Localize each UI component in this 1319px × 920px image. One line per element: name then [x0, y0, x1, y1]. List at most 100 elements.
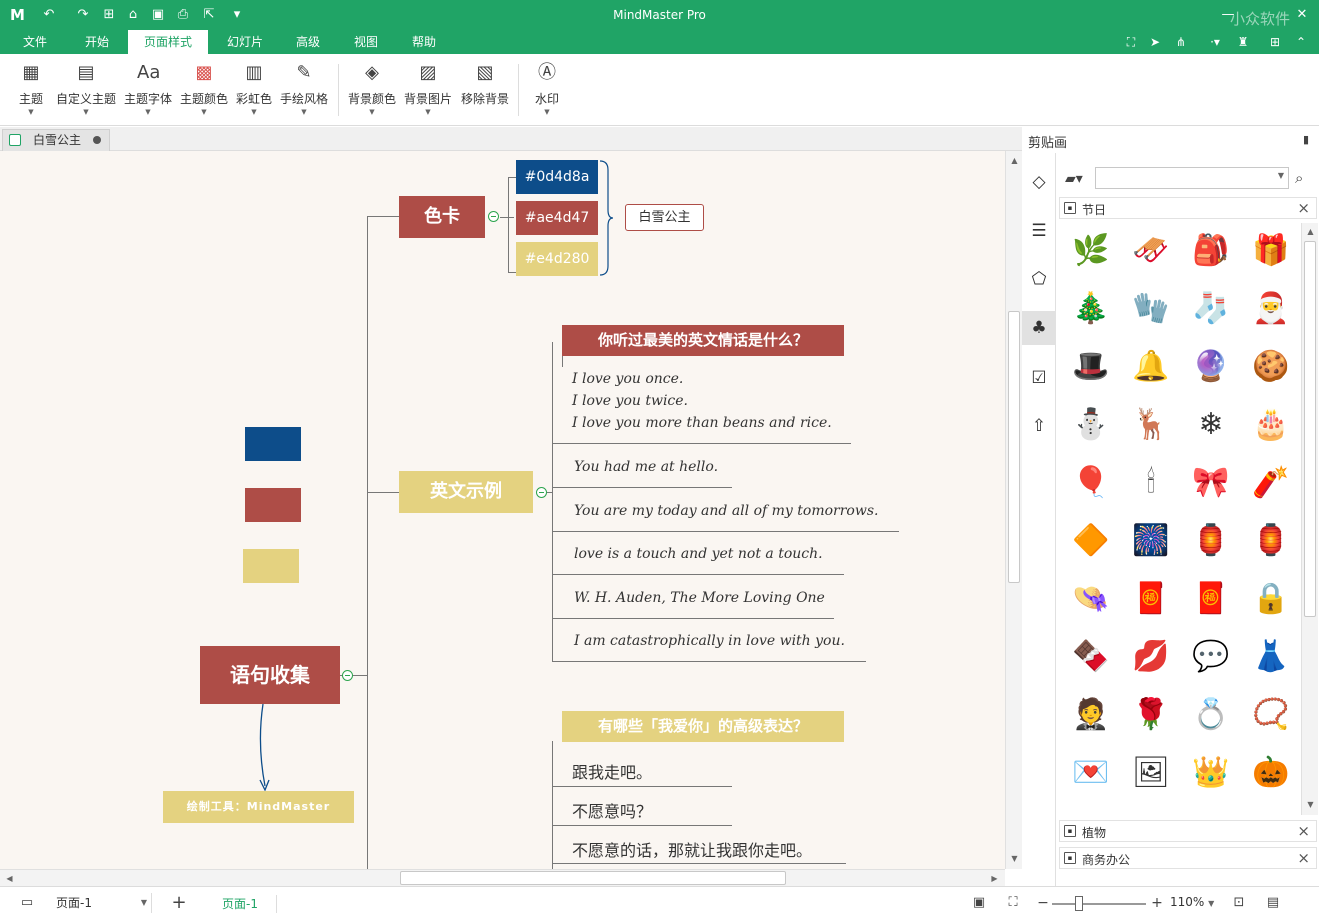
scroll-thumb[interactable] [1304, 241, 1316, 617]
english-line[interactable]: I am catastrophically in love with you. [574, 633, 845, 649]
clipart-dress-icon[interactable]: 👗 [1247, 633, 1295, 681]
theme-button[interactable]: ▦ 主题 ▼ [14, 62, 48, 120]
close-icon[interactable]: × [1297, 822, 1310, 840]
send-icon[interactable]: ➤ [1146, 33, 1164, 51]
clipart-stocking-icon[interactable]: 🧦 [1187, 285, 1235, 333]
hand-drawn-button[interactable]: ✎ 手绘风格 ▼ [278, 62, 330, 120]
chinese-line[interactable]: 不愿意的话，那就让我跟你走吧。 [572, 837, 812, 861]
close-icon[interactable]: × [1297, 199, 1310, 217]
presentation-icon[interactable]: ▤ [1264, 894, 1282, 912]
clipart-cake-icon[interactable]: 🎂 [1247, 401, 1295, 449]
swatch-yellow-node[interactable]: #e4d280 [516, 242, 598, 276]
collapse-toggle-icon[interactable] [488, 211, 499, 222]
clipart-firework-icon[interactable]: 🎆 [1127, 517, 1175, 565]
clipart-snowflake-icon[interactable]: ❄ [1187, 401, 1235, 449]
zoom-slider-thumb[interactable] [1075, 896, 1083, 911]
color-card-node[interactable]: 色卡 [399, 196, 485, 238]
scroll-thumb[interactable] [1008, 311, 1020, 583]
tab-home[interactable]: 开始 [74, 30, 120, 54]
clipart-gift-icon[interactable]: 🎁 [1247, 227, 1295, 275]
clipart-balloon-icon[interactable]: 🎈 [1067, 459, 1115, 507]
swatch-blue-node[interactable]: #0d4d8a [516, 160, 598, 194]
zoom-slider-track[interactable] [1052, 903, 1146, 905]
english-line[interactable]: I love you more than beans and rice. [572, 415, 832, 431]
category-plants[interactable]: ▪ 植物 × [1059, 820, 1317, 842]
clipart-pumpkin-icon[interactable]: 🎃 [1247, 749, 1295, 797]
clipart-ring-icon[interactable]: 💍 [1187, 691, 1235, 739]
zoom-level[interactable]: 110% ▼ [1170, 895, 1214, 909]
chinese-line[interactable]: 跟我走吧。 [572, 759, 652, 783]
fullscreen-icon[interactable]: ⛶ [1122, 33, 1140, 51]
upload-icon[interactable]: ⇧ [1028, 415, 1050, 437]
pin-icon[interactable]: ▮ [1303, 133, 1309, 146]
skin-icon[interactable]: ♜ [1234, 33, 1252, 51]
clipart-snowman-icon[interactable]: ⛄ [1067, 401, 1115, 449]
page-list-icon[interactable]: ▭ [18, 894, 36, 912]
clipart-photo-icon[interactable]: 🖼 [1127, 749, 1175, 797]
tab-help[interactable]: 帮助 [402, 30, 446, 54]
english-line[interactable]: You are my today and all of my tomorrows… [574, 503, 878, 519]
rainbow-button[interactable]: ▥ 彩虹色 ▼ [234, 62, 274, 120]
background-color-button[interactable]: ◈ 背景颜色 ▼ [346, 62, 398, 120]
clipart-fu-sign-icon[interactable]: 🧧 [1127, 575, 1175, 623]
minimize-icon[interactable]: — [1218, 6, 1238, 24]
unsaved-dot-icon[interactable] [93, 136, 101, 144]
tab-slides[interactable]: 幻灯片 [220, 30, 270, 54]
scroll-left-icon[interactable]: ◀ [2, 871, 17, 886]
english-line[interactable]: love is a touch and yet not a touch. [574, 546, 823, 562]
collapse-toggle-icon[interactable] [536, 487, 547, 498]
fit-page-icon[interactable]: ▣ [970, 894, 988, 912]
theme-color-button[interactable]: ▩ 主题颜色 ▼ [178, 62, 230, 120]
root-note-node[interactable]: 绘制工具：MindMaster [163, 791, 354, 823]
clipart-crown-icon[interactable]: 👑 [1187, 749, 1235, 797]
clipart-antlers-icon[interactable]: 🎀 [1187, 459, 1235, 507]
scroll-right-icon[interactable]: ▶ [987, 871, 1002, 886]
close-icon[interactable]: × [1297, 849, 1310, 867]
clipart-lantern-icon[interactable]: 🏮 [1187, 517, 1235, 565]
collapse-ribbon-icon[interactable]: ⌃ [1292, 33, 1310, 51]
outline-icon[interactable]: ☰ [1028, 220, 1050, 242]
clipart-necklace-icon[interactable]: 📿 [1247, 691, 1295, 739]
scroll-thumb[interactable] [400, 871, 786, 885]
english-topic-node[interactable]: 你听过最美的英文情话是什么？ [562, 325, 844, 356]
clipart-ornament-icon[interactable]: 🔮 [1187, 343, 1235, 391]
clipart-red-envelope-icon[interactable]: 🧧 [1187, 575, 1235, 623]
close-window-icon[interactable]: ✕ [1292, 6, 1312, 24]
tab-page-style[interactable]: 页面样式 [128, 30, 208, 54]
clipart-rose-icon[interactable]: 🌹 [1127, 691, 1175, 739]
clipart-gingerbread-icon[interactable]: 🍪 [1247, 343, 1295, 391]
clipart-scrollbar[interactable]: ▲ ▼ [1301, 223, 1318, 815]
clipart-chat-icon[interactable]: 💬 [1187, 633, 1235, 681]
clipart-christmas-tree-icon[interactable]: 🎄 [1067, 285, 1115, 333]
english-line[interactable]: You had me at hello. [574, 459, 718, 475]
clipart-icon[interactable]: ♣ [1022, 311, 1056, 345]
add-page-icon[interactable]: + [170, 894, 188, 912]
clipart-bell-icon[interactable]: 🔔 [1127, 343, 1175, 391]
custom-theme-button[interactable]: ▤ 自定义主题 ▼ [54, 62, 118, 120]
clipart-reindeer-icon[interactable]: 🦌 [1127, 401, 1175, 449]
theme-font-button[interactable]: Aa 主题字体 ▼ [122, 62, 174, 120]
chinese-line[interactable]: 不愿意吗？ [572, 798, 652, 822]
color-swatch-blue[interactable] [245, 427, 301, 461]
document-tab[interactable]: 白雪公主 [2, 129, 110, 151]
library-menu-icon[interactable]: ▰▾ [1065, 169, 1093, 189]
mindmap-canvas[interactable]: 色卡 #0d4d8a #ae4d47 #e4d280 白雪公主 英文示例 你听过… [0, 151, 1005, 869]
category-holiday[interactable]: ▪ 节日 × [1059, 197, 1317, 219]
clipart-holly-icon[interactable]: 🌿 [1067, 227, 1115, 275]
english-line[interactable]: I love you once. [572, 371, 683, 387]
more-icon[interactable]: ·▾ [1206, 33, 1224, 51]
icon-library-icon[interactable]: ⬠ [1028, 268, 1050, 290]
english-line[interactable]: W. H. Auden, The More Loving One [574, 590, 825, 606]
tab-view[interactable]: 视图 [344, 30, 388, 54]
share-icon[interactable]: ⋔ [1172, 33, 1190, 51]
clipart-tuxedo-icon[interactable]: 🤵 [1067, 691, 1115, 739]
watermark-button[interactable]: Ⓐ 水印 ▼ [530, 62, 564, 120]
scroll-down-icon[interactable]: ▼ [1303, 797, 1318, 812]
clipart-santa-icon[interactable]: 🎅 [1247, 285, 1295, 333]
swatch-red-node[interactable]: #ae4d47 [516, 201, 598, 235]
clipart-lips-icon[interactable]: 💋 [1127, 633, 1175, 681]
format-icon[interactable]: ◇ [1028, 171, 1050, 193]
summary-node[interactable]: 白雪公主 [625, 204, 704, 231]
color-swatch-yellow[interactable] [243, 549, 299, 583]
english-examples-node[interactable]: 英文示例 [399, 471, 533, 513]
